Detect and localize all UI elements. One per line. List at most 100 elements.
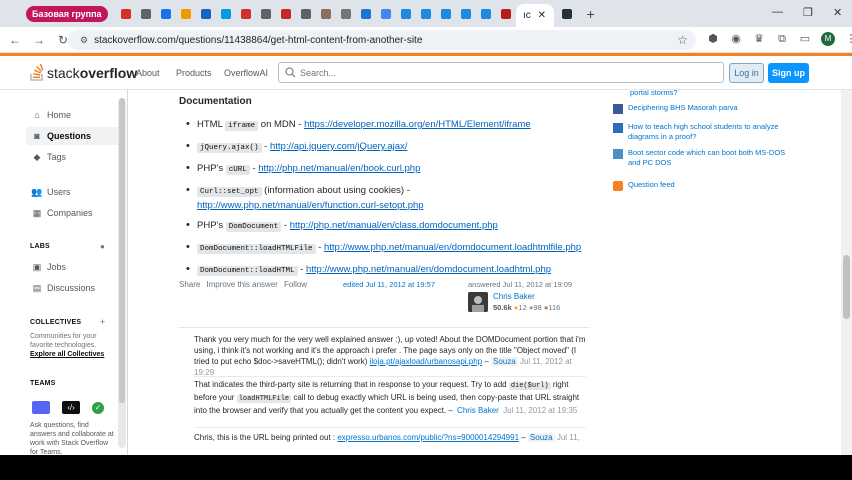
domdocument-link[interactable]: http://php.net/manual/en/class.domdocume… bbox=[290, 220, 498, 231]
comment-link[interactable]: iloja.pt/ajaxload/urbanosapi.php bbox=[370, 357, 483, 366]
new-tab-icon[interactable]: + bbox=[587, 6, 595, 22]
filter-tab-icon-1[interactable] bbox=[400, 8, 411, 19]
follow-link[interactable]: Follow bbox=[284, 280, 307, 289]
sidepanel-icon[interactable]: ▭ bbox=[798, 32, 812, 46]
login-button[interactable]: Log in bbox=[729, 63, 764, 83]
extra-tab-icon[interactable] bbox=[561, 8, 572, 19]
nav-overflowai[interactable]: OverflowAI bbox=[224, 68, 268, 78]
sidebar-scrollbar[interactable] bbox=[118, 98, 126, 448]
url-text[interactable]: stackoverflow.com/questions/11438864/get… bbox=[94, 35, 422, 46]
so-logo[interactable]: stackoverflow bbox=[30, 64, 137, 81]
loadhtml-link[interactable]: http://www.php.net/manual/en/domdocument… bbox=[306, 264, 551, 275]
extension-icon-1[interactable]: ⬢ bbox=[706, 32, 720, 46]
bookmark-tab-icon[interactable] bbox=[140, 8, 151, 19]
loadhtmlfile-link[interactable]: http://www.php.net/manual/en/domdocument… bbox=[324, 242, 581, 253]
kebab-menu-icon[interactable]: ⋮ bbox=[844, 32, 852, 46]
sidebar-item-jobs[interactable]: ▣ Jobs bbox=[26, 258, 118, 276]
globe-tab-icon[interactable] bbox=[260, 8, 271, 19]
active-tab[interactable]: ıc ✕ bbox=[515, 4, 554, 27]
comment-date[interactable]: Jul 11, 2012 at 19:35 bbox=[503, 406, 577, 415]
sidebar-item-tags[interactable]: ◆ Tags bbox=[26, 148, 118, 166]
edited-timestamp[interactable]: edited Jul 11, 2012 at 19:57 bbox=[343, 280, 435, 289]
app-tab-icon[interactable] bbox=[200, 8, 211, 19]
google-tab-icon[interactable] bbox=[380, 8, 391, 19]
bird-tab-icon[interactable] bbox=[320, 8, 331, 19]
sidebar-item-users[interactable]: 👥 Users bbox=[26, 183, 118, 201]
comment-date[interactable]: Jul 11, bbox=[557, 433, 580, 442]
wave-tab-icon[interactable] bbox=[220, 8, 231, 19]
share-link[interactable]: Share bbox=[179, 280, 200, 289]
curl-setopt-link[interactable]: http://www.php.net/manual/en/function.cu… bbox=[197, 200, 424, 211]
bookmark-star-icon[interactable]: ☆ bbox=[677, 33, 688, 47]
sidebar-item-home[interactable]: ⌂ Home bbox=[26, 106, 118, 124]
list-item: DomDocument::loadHTML - http://www.php.n… bbox=[179, 263, 599, 278]
extension-icon-3[interactable]: ♛ bbox=[752, 32, 766, 46]
active-tab-favicon: ıc bbox=[522, 10, 531, 21]
sidebar-item-companies[interactable]: ▦ Companies bbox=[26, 204, 118, 222]
search-box[interactable] bbox=[278, 62, 724, 83]
mdn-iframe-link[interactable]: https://developer.mozilla.org/en/HTML/El… bbox=[304, 119, 531, 130]
omnibox[interactable]: ⚙ stackoverflow.com/questions/11438864/g… bbox=[68, 30, 696, 50]
close-window-icon[interactable]: ✕ bbox=[833, 6, 842, 19]
filter-tab-icon-5[interactable] bbox=[480, 8, 491, 19]
tab-group-chip[interactable]: Базовая группа bbox=[26, 5, 108, 22]
filter-tab-icon-4[interactable] bbox=[460, 8, 471, 19]
circle-tab-icon[interactable] bbox=[300, 8, 311, 19]
comment-link[interactable]: expresso.urbanos.com/public/?ns=90000142… bbox=[337, 433, 519, 442]
address-bar: ← → ↻ ⚙ stackoverflow.com/questions/1143… bbox=[0, 27, 852, 53]
labs-heading: LABS bbox=[30, 243, 50, 250]
hot-question-link[interactable]: portal storms? bbox=[630, 90, 678, 99]
filter-tab-icon-2[interactable] bbox=[420, 8, 431, 19]
gmail-tab-icon[interactable] bbox=[120, 8, 131, 19]
hot-question-link[interactable]: Boot sector code which can boot both MS-… bbox=[628, 148, 798, 168]
puzzle-icon[interactable]: ⧉ bbox=[775, 32, 789, 46]
teams-description: Ask questions, find answers and collabor… bbox=[30, 422, 114, 455]
close-tab-icon[interactable]: ✕ bbox=[538, 10, 546, 21]
user-name-link[interactable]: Chris Baker bbox=[493, 292, 560, 301]
doc-tab-icon[interactable] bbox=[360, 8, 371, 19]
collectives-add-icon[interactable]: + bbox=[100, 317, 105, 327]
hot-question-link[interactable]: Deciphering BHS Masorah parva bbox=[628, 103, 738, 114]
list-item: PHP's cURL - http://php.net/manual/en/bo… bbox=[179, 162, 599, 177]
sidebar-item-discussions[interactable]: ▤ Discussions bbox=[26, 279, 118, 297]
grid-tab-icon[interactable] bbox=[280, 8, 291, 19]
comment-author[interactable]: Chris Baker bbox=[455, 406, 501, 415]
maximize-icon[interactable]: ❐ bbox=[803, 6, 813, 19]
search-input[interactable] bbox=[300, 67, 700, 78]
labs-info-icon[interactable]: ● bbox=[100, 242, 105, 251]
back-icon[interactable]: ← bbox=[6, 33, 24, 47]
question-feed: Question feed bbox=[613, 180, 798, 191]
explore-collectives-link[interactable]: Explore all Collectives bbox=[30, 351, 104, 358]
nav-products[interactable]: Products bbox=[176, 68, 212, 78]
hot-question-link[interactable]: How to teach high school students to ana… bbox=[628, 122, 798, 142]
hot-question: portal storms? bbox=[613, 90, 798, 99]
app-red-tab-icon[interactable] bbox=[500, 8, 511, 19]
profile-avatar[interactable]: M bbox=[821, 32, 835, 46]
web-tab-icon[interactable] bbox=[160, 8, 171, 19]
comment-author[interactable]: Souza bbox=[491, 357, 518, 366]
site-info-icon[interactable]: ⚙ bbox=[80, 35, 88, 46]
page-scrollbar-thumb[interactable] bbox=[843, 255, 850, 319]
signup-button[interactable]: Sign up bbox=[768, 63, 809, 83]
avatar[interactable] bbox=[468, 292, 488, 312]
mail-tab-icon[interactable] bbox=[180, 8, 191, 19]
nav-about[interactable]: About bbox=[136, 68, 160, 78]
filter-tab-icon-3[interactable] bbox=[440, 8, 451, 19]
minimize-icon[interactable]: — bbox=[772, 6, 783, 18]
teams-chat-icon bbox=[32, 401, 50, 414]
comment-divider bbox=[194, 427, 586, 428]
php-curl-link[interactable]: http://php.net/manual/en/book.curl.php bbox=[258, 163, 420, 174]
jquery-ajax-link[interactable]: http://api.jquery.com/jQuery.ajax/ bbox=[270, 141, 407, 152]
documentation-list: HTML iframe on MDN - https://developer.m… bbox=[179, 118, 599, 278]
page-scrollbar[interactable] bbox=[841, 90, 852, 455]
flag-tab-icon[interactable] bbox=[240, 8, 251, 19]
extension-icon-2[interactable]: ◉ bbox=[729, 32, 743, 46]
question-feed-link[interactable]: Question feed bbox=[628, 180, 675, 191]
sidebar-item-questions[interactable]: ◙ Questions bbox=[26, 127, 118, 145]
sidebar-scrollbar-thumb[interactable] bbox=[119, 98, 125, 403]
improve-answer-link[interactable]: Improve this answer bbox=[206, 280, 278, 289]
forward-icon[interactable]: → bbox=[30, 33, 48, 47]
comment-author[interactable]: Souza bbox=[527, 433, 555, 442]
loading-tab-icon[interactable] bbox=[340, 8, 351, 19]
discussions-icon: ▤ bbox=[32, 282, 42, 293]
